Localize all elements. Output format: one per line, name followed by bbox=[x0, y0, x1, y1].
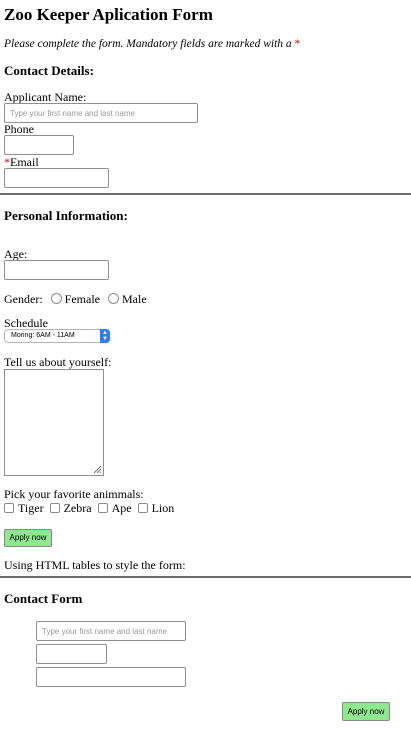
section-divider bbox=[0, 576, 411, 578]
about-label: Tell us about yourself: bbox=[4, 355, 112, 369]
ape-label: Ape bbox=[111, 501, 132, 515]
contact-form-heading: Contact Form bbox=[4, 591, 83, 606]
intro-text: Please complete the form. Mandatory fiel… bbox=[4, 38, 295, 50]
form-intro: Please complete the form. Mandatory fiel… bbox=[4, 38, 300, 50]
lion-label: Lion bbox=[151, 501, 175, 515]
applicant-name-input[interactable] bbox=[4, 103, 198, 123]
apply-now-button[interactable]: Apply now bbox=[4, 529, 52, 547]
page-title: Zoo Keeper Aplication Form bbox=[4, 5, 213, 24]
email-input[interactable] bbox=[4, 168, 109, 188]
lion-checkbox[interactable] bbox=[137, 503, 148, 513]
schedule-select[interactable]: Moring: 6AM - 11AM ▲ ▼ bbox=[4, 329, 110, 343]
personal-info-heading: Personal Information: bbox=[4, 208, 128, 223]
zebra-checkbox[interactable] bbox=[49, 503, 60, 513]
ape-checkbox[interactable] bbox=[97, 503, 108, 513]
required-asterisk: * bbox=[294, 38, 301, 50]
chevron-up-down-icon: ▲ ▼ bbox=[100, 329, 110, 343]
schedule-value: Moring: 6AM - 11AM bbox=[11, 332, 75, 339]
animals-label: Pick your favorite animmals: bbox=[4, 487, 144, 501]
contact-form-apply-button[interactable]: Apply now bbox=[342, 702, 390, 721]
animals-row: Tiger Zebra Ape Lion bbox=[2, 501, 174, 516]
contact-form-phone-input[interactable] bbox=[36, 644, 107, 664]
resize-handle-icon[interactable] bbox=[92, 464, 102, 474]
contact-form-name-input[interactable] bbox=[36, 621, 186, 641]
tiger-checkbox[interactable] bbox=[4, 503, 14, 513]
about-textarea[interactable] bbox=[4, 369, 104, 476]
tables-note: Using HTML tables to style the form: bbox=[4, 558, 186, 572]
contact-details-heading: Contact Details: bbox=[4, 63, 94, 78]
phone-input[interactable] bbox=[4, 135, 74, 155]
gender-row: Gender: Female Male bbox=[4, 292, 147, 307]
zebra-label: Zebra bbox=[63, 501, 92, 515]
gender-female-label: Female bbox=[64, 292, 100, 306]
section-divider bbox=[0, 193, 411, 195]
gender-male-radio[interactable] bbox=[107, 293, 119, 304]
tiger-label: Tiger bbox=[18, 501, 44, 515]
gender-female-radio[interactable] bbox=[50, 293, 62, 304]
gender-male-label: Male bbox=[121, 292, 147, 306]
email-label: Email bbox=[10, 155, 39, 169]
age-input[interactable] bbox=[4, 260, 109, 280]
gender-label: Gender: bbox=[4, 292, 43, 306]
contact-form-email-input[interactable] bbox=[36, 667, 186, 687]
